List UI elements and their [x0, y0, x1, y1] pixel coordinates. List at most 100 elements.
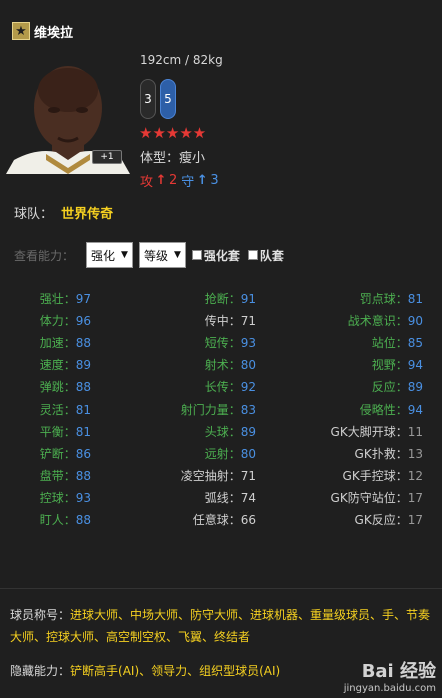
team-info: 球队： 世界传奇: [14, 203, 113, 222]
watermark-logo: Bai 经验: [361, 661, 436, 682]
stat-item: 视野：94: [372, 356, 423, 373]
stat-name: 铲断: [39, 446, 64, 461]
stat-name: 侵略性: [359, 402, 396, 417]
stat-value: 89: [407, 380, 423, 395]
titles-label: 球员称号：: [10, 608, 71, 622]
defense-value: 3: [210, 173, 219, 188]
stat-item: 罚点球：81: [360, 290, 423, 307]
stat-name: GK防守站位: [330, 490, 396, 505]
stat-item: 弹跳：88: [40, 378, 91, 395]
stat-item: 抢断：91: [205, 290, 256, 307]
stat-item: 铲断：86: [40, 445, 91, 462]
hidden-value: 铲断高手(AI)、领导力、组织型球员(AI): [70, 664, 281, 678]
level-select-value: 等级: [143, 248, 168, 263]
stat-value: 88: [75, 513, 91, 527]
stat-value: 12: [407, 468, 423, 483]
level-select[interactable]: 等级 ▼: [138, 242, 186, 268]
enhance-set-label: 强化套: [203, 248, 240, 263]
checkbox-box[interactable]: [191, 250, 202, 260]
titles-value: 进球大师、中场大师、防守大师、进球机器、重量级球员、手、节奏大师、控球大师、高空…: [10, 608, 431, 644]
stat-colon: ：: [228, 402, 241, 417]
team-set-label: 队套: [259, 248, 284, 263]
stat-colon: ：: [395, 513, 408, 527]
stat-colon: ：: [395, 380, 408, 395]
stat-value: 85: [407, 336, 423, 351]
team-label: 球队：: [14, 207, 54, 222]
team-set-checkbox[interactable]: 队套: [247, 247, 284, 264]
stat-name: 长传: [204, 380, 229, 395]
stat-colon: ：: [228, 490, 241, 505]
stat-name: 灵活: [39, 402, 64, 417]
stat-value: 13: [407, 446, 423, 461]
stat-value: 83: [240, 402, 256, 417]
team-value: 世界传奇: [61, 207, 114, 222]
star-rating: ★★★★★: [139, 124, 207, 142]
stat-value: 97: [75, 292, 91, 306]
stat-colon: ：: [228, 314, 241, 329]
stat-colon: ：: [395, 468, 408, 483]
right-foot-rating: 5: [160, 79, 176, 119]
stat-name: GK手控球: [342, 468, 396, 483]
stat-name: 传中: [204, 314, 229, 329]
stat-item: 侵略性：94: [360, 401, 423, 418]
body-type: 体型：瘦小: [140, 151, 206, 166]
chevron-down-icon: ▼: [121, 250, 128, 260]
stat-item: 加速：88: [40, 334, 91, 351]
body-info: 192cm / 82kg: [140, 53, 223, 67]
player-titles: 球员称号：进球大师、中场大师、防守大师、进球机器、重量级球员、手、节奏大师、控球…: [10, 604, 436, 648]
stat-value: 80: [240, 446, 256, 461]
stat-colon: ：: [395, 424, 408, 439]
stat-item: 控球：93: [40, 489, 91, 506]
stat-value: 93: [240, 336, 256, 351]
stat-colon: ：: [395, 358, 408, 373]
stat-item: 盘带：88: [40, 467, 91, 484]
stat-name: 站位: [371, 336, 396, 351]
checkbox-box[interactable]: [247, 250, 258, 260]
star-badge-icon: ★: [12, 22, 30, 40]
chevron-down-icon: ▼: [173, 250, 181, 260]
stat-name: 任意球: [192, 513, 229, 527]
enhance-select[interactable]: 强化 ▼: [86, 242, 133, 268]
stat-value: 93: [75, 490, 91, 505]
stat-name: 反应: [371, 380, 396, 395]
ability-controls: 查看能力： 强化 ▼ 等级 ▼ 强化套 队套: [14, 242, 292, 268]
stat-colon: ：: [63, 513, 76, 527]
enhance-set-checkbox[interactable]: 强化套: [191, 247, 240, 264]
stat-name: 罚点球: [359, 292, 396, 306]
stat-value: 74: [240, 490, 256, 505]
stat-item: GK扑救：13: [355, 445, 423, 462]
stat-name: 平衡: [39, 424, 64, 439]
stat-name: 控球: [39, 490, 64, 505]
baidu-watermark: Bai 经验 jingyan.baidu.com: [344, 657, 436, 694]
stat-name: 盯人: [39, 513, 64, 527]
stat-name: 远射: [204, 446, 229, 461]
stat-item: 传中：71: [205, 312, 256, 329]
stat-value: 91: [240, 292, 256, 306]
stat-colon: ：: [63, 424, 76, 439]
stat-name: GK反应: [354, 513, 396, 527]
stat-value: 94: [407, 402, 423, 417]
stat-colon: ：: [228, 358, 241, 373]
attack-value: 2: [169, 173, 178, 188]
stat-name: 头球: [204, 424, 229, 439]
stat-colon: ：: [63, 358, 76, 373]
stat-value: 80: [240, 358, 256, 373]
stat-value: 96: [75, 314, 91, 329]
stat-name: 体力: [39, 314, 64, 329]
watermark-url: jingyan.baidu.com: [343, 683, 436, 694]
stat-colon: ：: [63, 468, 76, 483]
stat-name: 射术: [204, 358, 229, 373]
work-rate: 攻 ↑ 2 守 ↑ 3: [140, 171, 219, 190]
stat-colon: ：: [63, 490, 76, 505]
stat-value: 88: [75, 380, 91, 395]
stat-value: 17: [407, 490, 423, 505]
stat-value: 17: [407, 513, 423, 527]
stat-item: 站位：85: [372, 334, 423, 351]
stat-value: 81: [75, 402, 91, 417]
left-foot-rating: 3: [140, 79, 156, 119]
stat-item: 灵活：81: [40, 401, 91, 418]
stat-value: 66: [240, 513, 256, 527]
stat-item: 任意球：66: [193, 511, 256, 528]
controls-label: 查看能力：: [14, 248, 75, 263]
stat-item: GK防守站位：17: [331, 489, 423, 506]
